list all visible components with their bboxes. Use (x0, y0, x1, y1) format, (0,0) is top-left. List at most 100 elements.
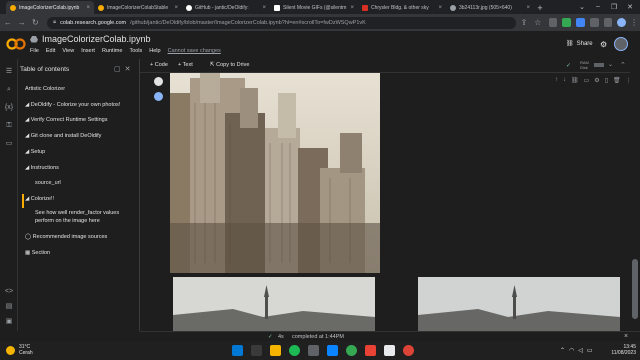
close-icon[interactable]: × (526, 5, 530, 11)
toc-item-active[interactable]: ◢ Colorize!! (25, 196, 54, 203)
move-up-icon[interactable]: ↑ (555, 77, 558, 84)
menu-edit[interactable]: Edit (46, 48, 55, 54)
extension-icon[interactable] (548, 18, 558, 27)
maximize-button[interactable]: ❐ (606, 0, 622, 13)
notebook-title[interactable]: ImageColorizerColab.ipynb (42, 34, 151, 44)
tab-search-icon[interactable]: ⌄ (574, 0, 590, 13)
new-tab-button[interactable]: + (534, 2, 546, 14)
minimize-button[interactable]: – (590, 0, 606, 13)
toc-item[interactable]: ◢ Git clone and install DeOldify (25, 133, 101, 140)
browser-tab[interactable]: 3b24113r.jpg (505×640) × (446, 1, 534, 14)
delete-icon[interactable]: 🗑︎ (613, 77, 621, 84)
add-section-icon[interactable]: ▢ (114, 65, 121, 73)
wifi-icon[interactable]: ◠ (569, 347, 574, 354)
share-page-icon[interactable]: ⇪ (518, 17, 530, 29)
browser-tab[interactable]: ImageColorizerColabStable × (94, 1, 182, 14)
app-icon[interactable] (403, 345, 414, 356)
menu-tools[interactable]: Tools (129, 48, 142, 54)
link-icon[interactable]: ⛓︎ (571, 77, 579, 84)
bookmark-star-icon[interactable]: ☆ (532, 17, 544, 29)
toc-item[interactable]: ◢ DeOldify - Colorize your own photos! (25, 102, 120, 109)
output-info-icon[interactable] (154, 92, 163, 101)
execution-duration: 4s (278, 334, 284, 340)
scrollbar[interactable] (630, 59, 640, 331)
secrets-key-icon[interactable]: ⚿ (4, 121, 14, 131)
menu-view[interactable]: View (62, 48, 74, 54)
app-icon[interactable] (308, 345, 319, 356)
search-icon[interactable]: ⌕ (4, 85, 14, 95)
unsaved-notice[interactable]: Cannot save changes (168, 48, 221, 54)
toc-icon[interactable]: ☰ (4, 67, 14, 77)
toc-item[interactable]: ◢ Setup (25, 149, 45, 156)
terminal-icon[interactable]: ▣ (4, 317, 14, 327)
puzzle-icon[interactable] (589, 18, 599, 27)
file-explorer-icon[interactable] (270, 345, 281, 356)
add-code-button[interactable]: + Code (150, 62, 168, 68)
spotify-icon[interactable] (289, 345, 300, 356)
close-icon[interactable]: × (262, 5, 266, 11)
windows-start-icon[interactable] (232, 345, 243, 356)
command-palette-icon[interactable]: ▤ (4, 302, 14, 312)
toc-item[interactable]: ◢ Verify Correct Runtime Settings (25, 117, 107, 124)
toc-item[interactable]: source_url (35, 180, 61, 187)
add-text-button[interactable]: + Text (178, 62, 193, 68)
close-window-button[interactable]: ✕ (622, 0, 638, 13)
move-down-icon[interactable]: ↓ (563, 77, 566, 84)
menu-help[interactable]: Help (149, 48, 160, 54)
settings-gear-icon[interactable]: ⚙︎ (594, 77, 599, 84)
app-icon[interactable] (384, 345, 395, 356)
scrollbar-thumb[interactable] (632, 259, 638, 319)
more-icon[interactable]: ⋮ (628, 17, 640, 29)
toc-item[interactable]: ◢ Instructions (25, 165, 59, 172)
menu-runtime[interactable]: Runtime (102, 48, 122, 54)
share-button[interactable]: ⛓︎ Share (566, 40, 593, 48)
comment-icon[interactable]: ▭ (584, 77, 590, 84)
sidepanel-icon[interactable] (603, 18, 613, 27)
close-icon[interactable]: ✕ (125, 65, 131, 73)
back-icon[interactable]: ← (2, 17, 14, 29)
close-icon[interactable]: × (174, 5, 178, 11)
toc-item[interactable]: Artistic Colorizer (25, 86, 65, 93)
toc-item[interactable]: ▦ Section (25, 250, 50, 257)
close-icon[interactable]: × (438, 5, 442, 11)
chrome-icon[interactable] (346, 345, 357, 356)
chevron-up-icon[interactable]: ⌃ (560, 347, 565, 354)
app-icon[interactable] (365, 345, 376, 356)
profile-avatar[interactable] (617, 18, 627, 27)
collapse-chevron-icon[interactable]: ⌃ (620, 61, 626, 69)
chevron-down-icon[interactable]: ⌄ (608, 61, 613, 68)
user-avatar[interactable] (614, 37, 628, 51)
colab-header: ImageColorizerColab.ipynb File Edit View… (0, 31, 640, 59)
close-icon[interactable]: × (86, 5, 90, 11)
menu-file[interactable]: File (30, 48, 39, 54)
menu-insert[interactable]: Insert (81, 48, 95, 54)
url-host: colab.research.google.com (60, 19, 127, 26)
toc-item[interactable]: perform on the image here (35, 218, 100, 225)
url-input[interactable]: 🔒︎ colab.research.google.com/github/jant… (47, 16, 517, 29)
extension-icon[interactable] (562, 18, 572, 27)
edge-icon[interactable] (327, 345, 338, 356)
browser-tab[interactable]: Chrysler Bldg. & other sky × (358, 1, 446, 14)
copy-to-drive-button[interactable]: ⇱ Copy to Drive (210, 62, 249, 68)
variables-icon[interactable]: {x} (4, 103, 14, 113)
forward-icon[interactable]: → (16, 17, 28, 29)
reload-icon[interactable]: ↻ (29, 17, 41, 29)
volume-icon[interactable]: ◁ (578, 347, 583, 354)
files-folder-icon[interactable]: ▭ (4, 139, 14, 149)
task-view-icon[interactable] (251, 345, 262, 356)
toc-item[interactable]: ◯ Recommended image sources (25, 234, 107, 241)
mirror-cell-icon[interactable]: ▯ (605, 77, 608, 84)
clock[interactable]: 13:45 11/08/2023 (604, 344, 636, 356)
close-icon[interactable]: × (624, 333, 628, 340)
browser-tab-active[interactable]: ImageColorizerColab.ipynb × (6, 1, 94, 14)
extension-icon[interactable] (576, 18, 585, 27)
settings-gear-icon[interactable]: ⚙︎ (600, 40, 607, 49)
toc-item[interactable]: See how well render_factor values (35, 210, 119, 217)
ram-disk-indicator[interactable]: ✓ RAM Disk ⌄ (566, 60, 616, 72)
close-icon[interactable]: × (350, 5, 354, 11)
browser-tab[interactable]: Silent Movie GIFs (@silentm × (270, 1, 358, 14)
run-cell-icon[interactable] (154, 77, 163, 86)
battery-icon[interactable]: ▭ (587, 347, 593, 354)
browser-tab[interactable]: GitHub - jantic/DeOldify: × (182, 1, 270, 14)
code-snippets-icon[interactable]: <> (4, 287, 14, 297)
